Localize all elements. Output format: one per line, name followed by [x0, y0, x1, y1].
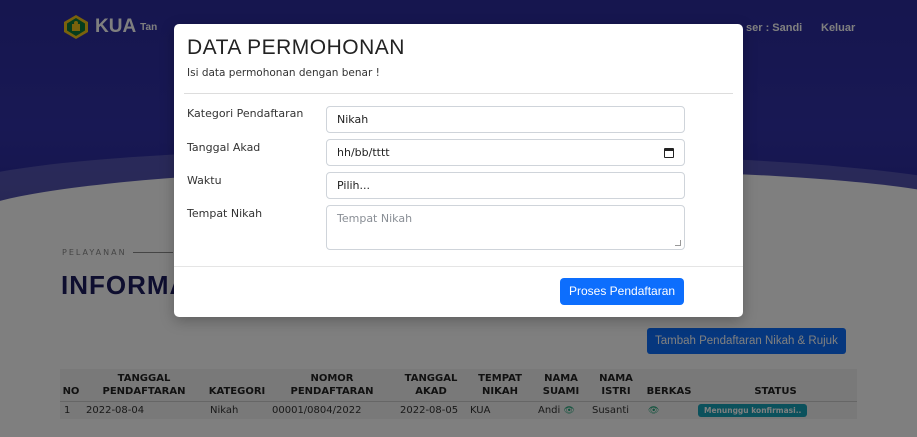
tempat-nikah-placeholder: Tempat Nikah	[337, 212, 413, 225]
submit-registration-button[interactable]: Proses Pendaftaran	[560, 278, 685, 305]
tanggal-akad-label: Tanggal Akad	[187, 141, 261, 154]
calendar-icon[interactable]	[664, 148, 674, 158]
kategori-select[interactable]: Nikah	[326, 106, 685, 133]
registration-modal: DATA PERMOHONAN Isi data permohonan deng…	[174, 24, 743, 317]
waktu-label: Waktu	[187, 174, 222, 187]
modal-footer-divider	[174, 266, 743, 267]
kategori-label: Kategori Pendaftaran	[187, 107, 304, 120]
resize-grip-icon[interactable]	[675, 240, 681, 246]
tanggal-akad-input[interactable]: hh/bb/tttt	[326, 139, 685, 166]
modal-title: DATA PERMOHONAN	[187, 36, 405, 59]
tempat-nikah-label: Tempat Nikah	[187, 207, 263, 220]
modal-divider	[184, 93, 733, 94]
waktu-select[interactable]: Pilih...	[326, 172, 685, 199]
kategori-value: Nikah	[337, 113, 369, 126]
waktu-value: Pilih...	[337, 179, 371, 192]
tempat-nikah-textarea[interactable]: Tempat Nikah	[326, 205, 685, 250]
tanggal-akad-value: hh/bb/tttt	[337, 146, 390, 159]
modal-subtitle: Isi data permohonan dengan benar !	[187, 67, 380, 79]
